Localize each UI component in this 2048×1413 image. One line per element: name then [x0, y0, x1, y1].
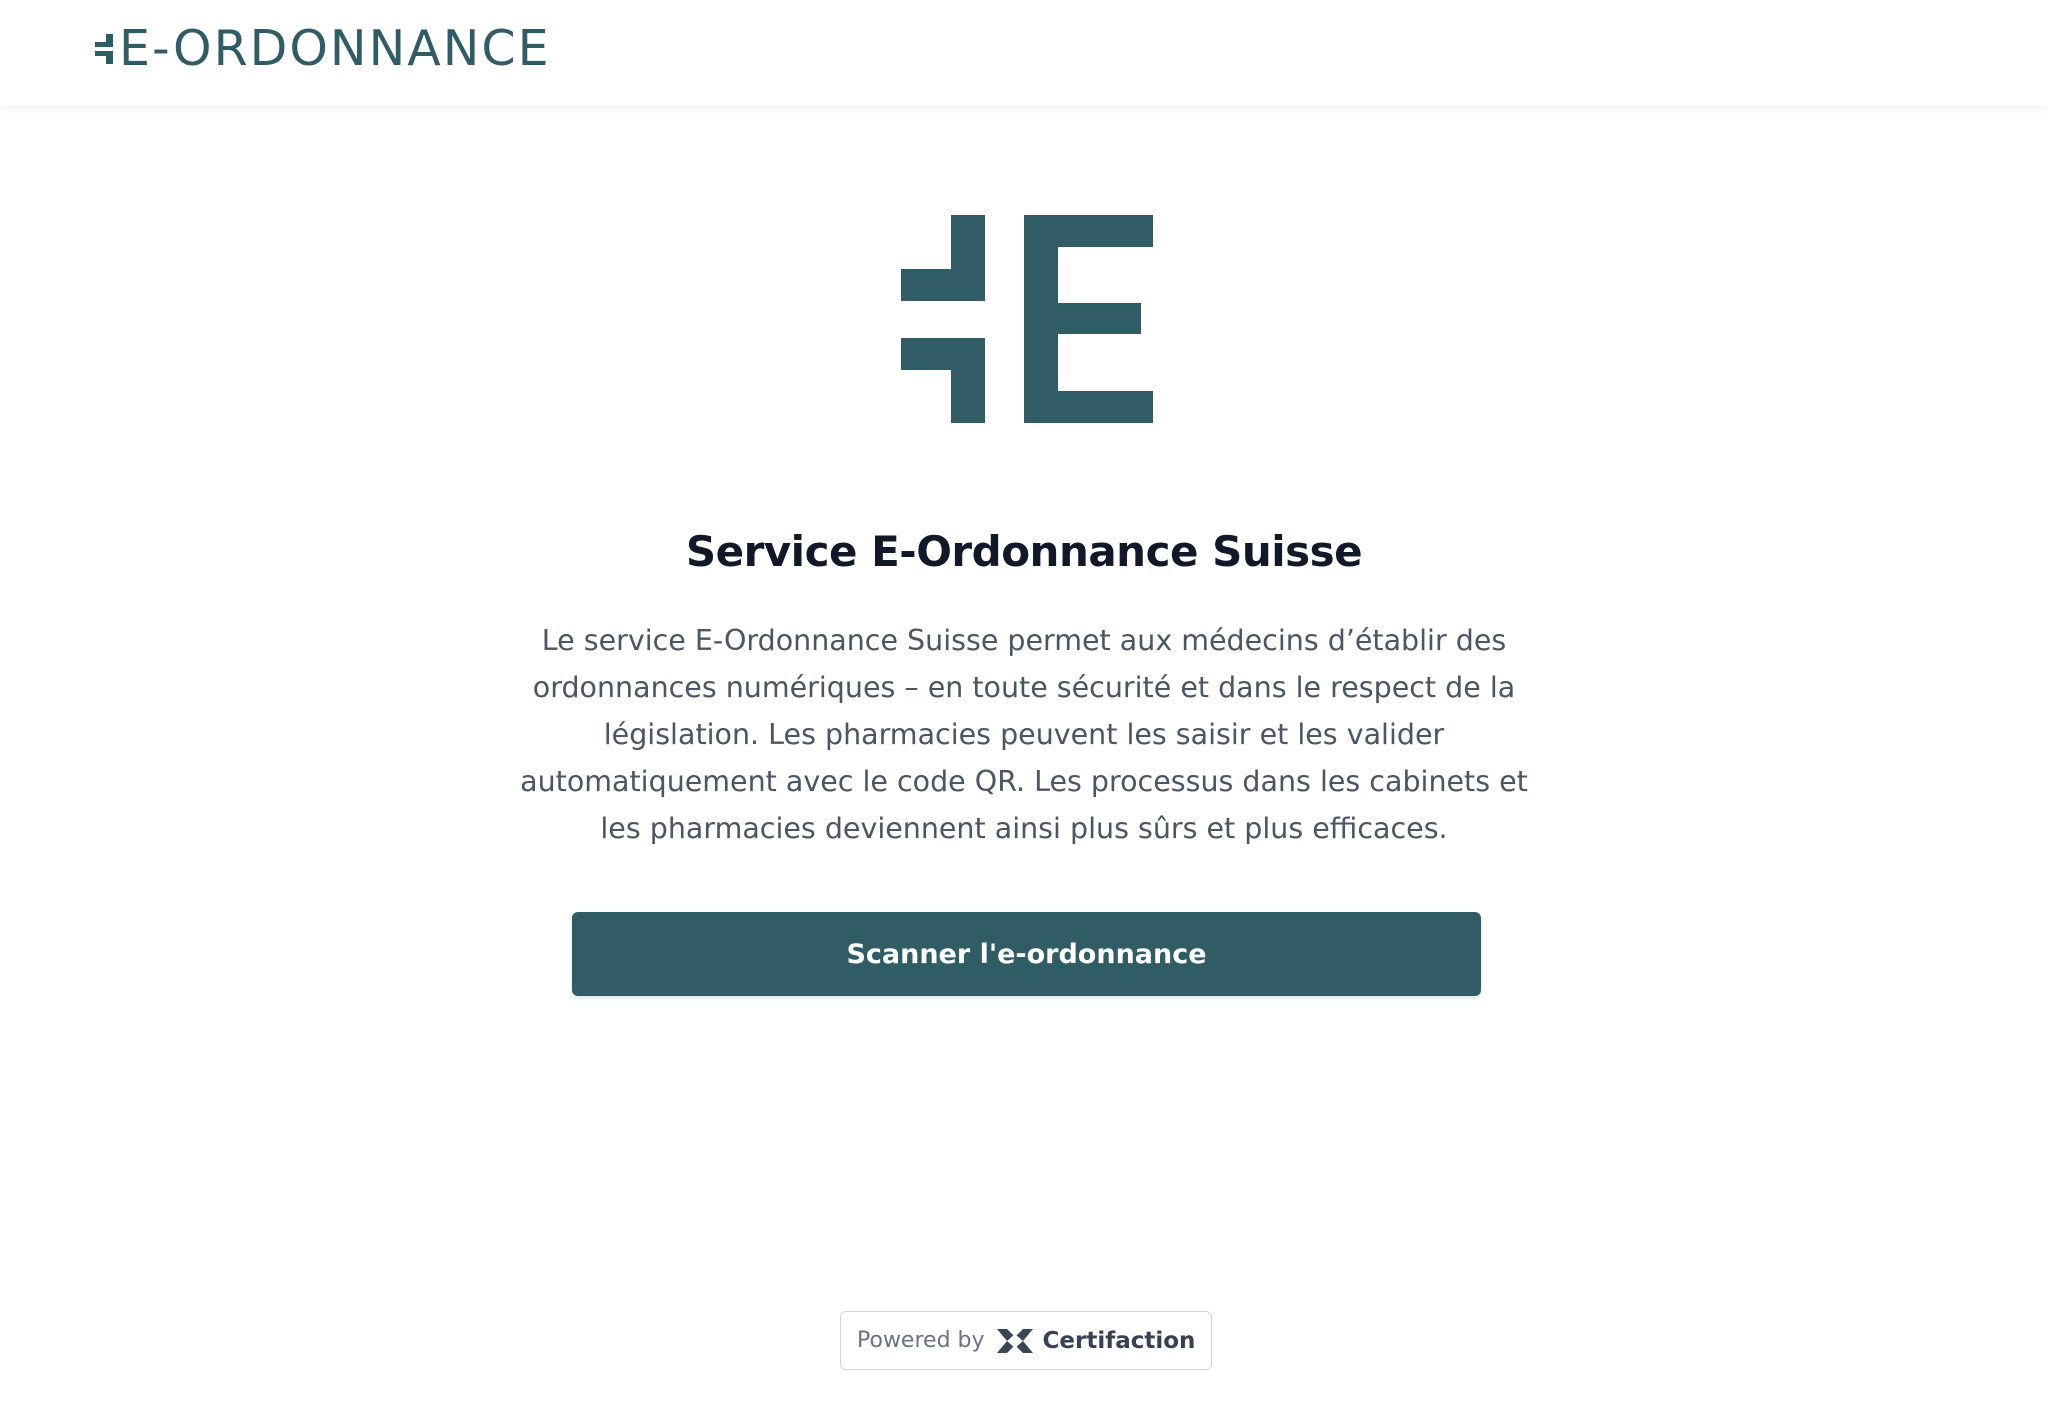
top-bar: E-ORDONNANCE: [0, 0, 2048, 106]
brand-logo-link[interactable]: E-ORDONNANCE: [95, 24, 551, 74]
service-description: Le service E-Ordonnance Suisse permet au…: [520, 624, 1528, 845]
page-title: Service E-Ordonnance Suisse: [685, 527, 1363, 576]
provider-name: Certifaction: [1042, 1327, 1196, 1354]
scan-prescription-button[interactable]: Scanner l'e-ordonnance: [572, 912, 1481, 996]
e-ordonnance-mark-icon: [95, 34, 113, 64]
certifaction-logo-icon: [996, 1328, 1033, 1353]
e-ordonnance-logo-icon: [901, 215, 1153, 423]
powered-by-label: Powered by: [857, 1328, 985, 1353]
brand-name: E-ORDONNANCE: [119, 20, 551, 77]
powered-by-badge[interactable]: Powered by Certifaction: [840, 1311, 1212, 1370]
